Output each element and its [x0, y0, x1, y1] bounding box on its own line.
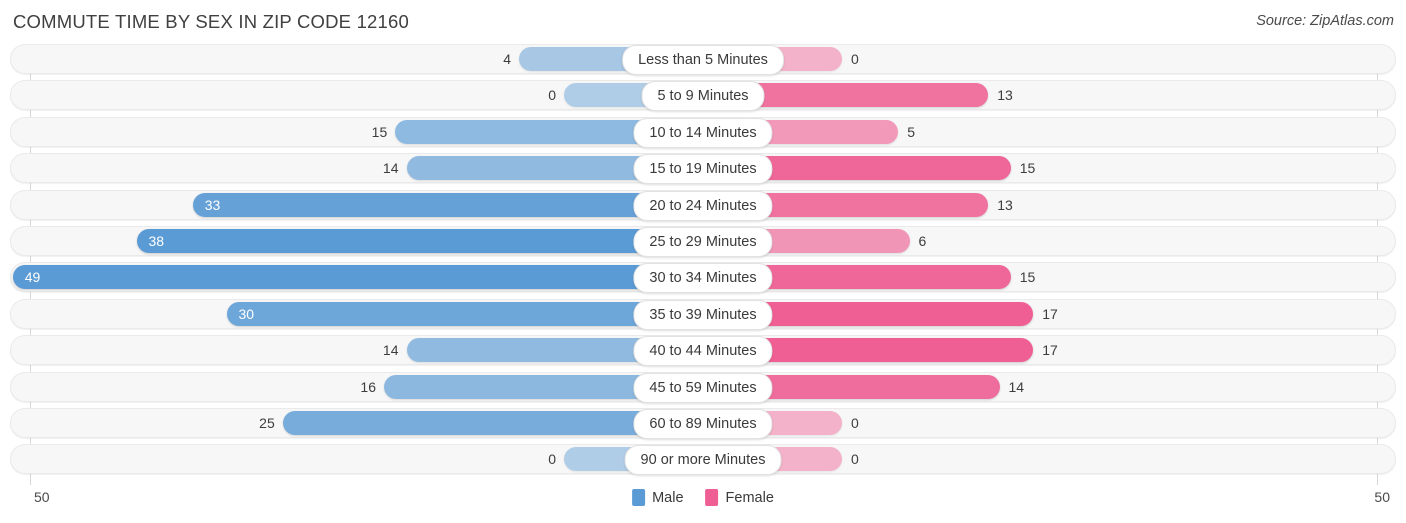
table-row: 30 17 35 to 39 Minutes [0, 298, 1406, 330]
table-row: 38 6 25 to 29 Minutes [0, 225, 1406, 257]
category-label: Less than 5 Minutes [622, 45, 784, 75]
bar-value-male: 0 [548, 87, 556, 104]
bar-value-female: 6 [918, 232, 927, 249]
category-label: 25 to 29 Minutes [633, 226, 773, 257]
bar-value-female: 13 [997, 87, 1013, 104]
bar-value-male: 30 [238, 305, 255, 322]
bar-value-female: 15 [1019, 269, 1036, 286]
table-row: 16 14 45 to 59 Minutes [0, 371, 1406, 403]
bar-male [136, 228, 703, 253]
legend-label: Female [725, 489, 774, 506]
category-label: 15 to 19 Minutes [633, 154, 773, 185]
bar-value-female: 0 [851, 414, 859, 431]
table-row: 0 13 5 to 9 Minutes [0, 80, 1406, 112]
legend-swatch-icon [705, 489, 719, 506]
bar-male [192, 192, 703, 217]
source-attribution: Source: ZipAtlas.com [1256, 13, 1394, 29]
bar-value-male: 49 [24, 269, 41, 286]
bar-value-male: 14 [382, 160, 399, 177]
bar-value-female: 15 [1019, 160, 1036, 177]
bar-value-male: 33 [204, 196, 221, 213]
bar-male [12, 265, 703, 290]
bar-value-female: 5 [907, 123, 916, 140]
legend-label: Male [652, 489, 684, 506]
table-row: 49 15 30 to 34 Minutes [0, 262, 1406, 294]
page-title: COMMUTE TIME BY SEX IN ZIP CODE 12160 [13, 11, 410, 32]
bar-value-female: 0 [851, 451, 859, 468]
bar-value-male: 16 [360, 378, 376, 395]
bar-value-female: 14 [1008, 378, 1025, 395]
bar-value-female: 13 [997, 196, 1013, 213]
axis-label-left: 50 [34, 489, 50, 505]
category-label: 45 to 59 Minutes [633, 372, 773, 403]
table-row: 14 15 15 to 19 Minutes [0, 153, 1406, 185]
bar-value-female: 17 [1042, 305, 1058, 322]
axis-label-right: 50 [1374, 489, 1390, 505]
category-label: 10 to 14 Minutes [633, 117, 773, 148]
category-label: 5 to 9 Minutes [641, 81, 765, 112]
chart-header: COMMUTE TIME BY SEX IN ZIP CODE 12160 So… [0, 0, 1406, 44]
table-row: 25 0 60 to 89 Minutes [0, 407, 1406, 439]
bar-rows: 4 0 Less than 5 Minutes 0 13 5 to 9 Minutes 15… [0, 44, 1406, 481]
legend-swatch-icon [632, 489, 646, 506]
legend-item-female[interactable]: Female [705, 489, 774, 506]
bar-value-male: 14 [382, 342, 399, 359]
category-label: 40 to 44 Minutes [633, 336, 773, 367]
table-row: 14 17 40 to 44 Minutes [0, 335, 1406, 367]
table-row: 33 13 20 to 24 Minutes [0, 189, 1406, 221]
category-label: 90 or more Minutes [624, 445, 782, 476]
legend-item-male[interactable]: Male [632, 489, 684, 506]
bar-value-female: 0 [851, 51, 859, 67]
bar-value-male: 4 [503, 51, 511, 67]
table-row: 4 0 Less than 5 Minutes [0, 44, 1406, 75]
category-label: 60 to 89 Minutes [633, 408, 773, 439]
table-row: 0 0 90 or more Minutes [0, 444, 1406, 476]
plot-area: 4 0 Less than 5 Minutes 0 13 5 to 9 Minutes 15… [0, 44, 1406, 485]
chart-root: COMMUTE TIME BY SEX IN ZIP CODE 12160 So… [0, 0, 1406, 523]
category-label: 30 to 34 Minutes [633, 263, 773, 294]
chart-footer: 50 50 Male Female [0, 485, 1406, 523]
chart-legend: Male Female [632, 489, 774, 506]
table-row: 15 5 10 to 14 Minutes [0, 116, 1406, 148]
bar-value-female: 17 [1042, 342, 1058, 359]
category-label: 35 to 39 Minutes [633, 299, 773, 330]
bar-value-male: 38 [148, 232, 165, 249]
bar-value-male: 25 [259, 414, 275, 431]
category-label: 20 to 24 Minutes [633, 190, 773, 221]
bar-value-male: 15 [371, 123, 388, 140]
bar-value-male: 0 [548, 451, 556, 468]
